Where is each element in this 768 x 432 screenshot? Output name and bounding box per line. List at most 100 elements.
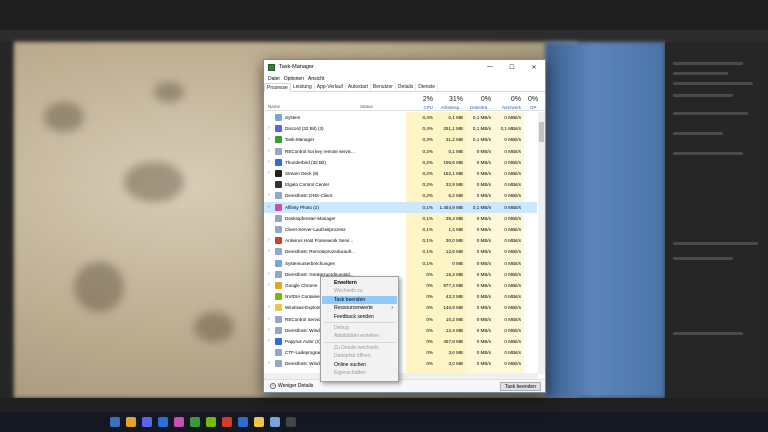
context-menu-item[interactable]: Online suchen (322, 361, 397, 369)
column-memory[interactable]: 31% Arbeitssp... (436, 93, 466, 111)
process-disk: 0 MB/s (476, 249, 491, 255)
close-button[interactable]: ✕ (523, 60, 545, 74)
process-row[interactable]: › Affinity Photo (2) 0,1% 1.454,9 MB 0,1 MB/… (264, 201, 537, 213)
process-name: Task-Manager (285, 137, 315, 143)
process-row[interactable]: NVIDIA Container 0% 43,3 MB 0 MB/s 0 MBit/s (264, 291, 537, 302)
expand-chevron-icon[interactable]: › (268, 136, 270, 142)
process-cpu: 0,1% (422, 204, 433, 210)
menu-optionen[interactable]: Optionen (284, 76, 304, 82)
process-row[interactable]: Elgato Control Center 0,2% 32,9 MB 0 MB/s 0 … (264, 179, 537, 190)
tab-dienste[interactable]: Dienste (416, 83, 439, 92)
process-row[interactable]: System 0,4% 0,1 MB 0,1 MB/s 0 MBit/s (264, 112, 537, 123)
process-row[interactable]: › Discord (32 Bit) (3) 0,4% 251,1 MB 0,1 MB/… (264, 123, 537, 134)
context-menu-item[interactable]: Erweitern (322, 279, 397, 287)
scrollbar-thumb[interactable] (539, 122, 544, 142)
expand-chevron-icon[interactable]: › (268, 237, 270, 243)
menu-ansicht[interactable]: Ansicht (308, 76, 324, 82)
process-row[interactable]: Client-Server-Laufzeitprozess 0,1% 1,4 MB 0… (264, 224, 537, 235)
maximize-button[interactable]: ☐ (501, 60, 523, 74)
column-gpu[interactable]: 0% GP (524, 93, 538, 111)
expand-chevron-icon[interactable]: › (268, 125, 270, 131)
process-memory: 12,6 MB (445, 249, 463, 255)
expand-chevron-icon[interactable]: › (268, 360, 270, 366)
expand-chevron-icon[interactable]: › (268, 338, 270, 344)
process-row[interactable]: › REControl hot key remote servic... 0,2% 0… (264, 146, 537, 157)
process-row[interactable]: › Stream Deck (8) 0,2% 152,1 MB 0 MB/s 0 MBit… (264, 168, 537, 179)
process-row[interactable]: CTF-Ladeprogramm 0% 3,6 MB 0 MB/s 0 MBit/s (264, 347, 537, 358)
process-cpu: 0% (426, 316, 433, 322)
process-row[interactable]: › Diensthost: Remoteprozeduraufr... 0,1% 12… (264, 246, 537, 257)
column-network[interactable]: 0% Netzwerk (494, 93, 524, 111)
expand-chevron-icon[interactable]: › (268, 316, 270, 322)
process-name: REControl hot key remote servic... (285, 148, 355, 154)
process-row[interactable]: › Papyrus Autor (2) 0% 457,8 MB 0 MB/s 0 MBit… (264, 336, 537, 347)
process-memory: 196,6 MB (443, 159, 463, 165)
process-disk: 0 MB/s (476, 148, 491, 154)
context-menu-label: Dateipfad öffnen (334, 353, 371, 360)
process-disk: 0 MB/s (476, 159, 491, 165)
process-network: 0,1 MBit/s (500, 126, 521, 132)
column-name[interactable]: Name (268, 104, 280, 109)
process-row[interactable]: › Diensthost: DNS-Client 0,2% 6,2 MB 0 MB/s 0… (264, 190, 537, 201)
process-memory: 12,4 MB (445, 327, 463, 333)
process-network: 0 MBit/s (504, 182, 521, 188)
context-menu-item[interactable]: Ressourcenwerte › (322, 304, 397, 312)
network-label: Netzwerk (502, 105, 521, 110)
process-name: Diensthost: Remoteprozeduraufr... (285, 249, 355, 255)
process-row[interactable]: Systemunterbrechungen 0,1% 0 MB 0 MB/s 0 MBi… (264, 258, 537, 269)
process-memory: 3,6 MB (448, 350, 463, 356)
vertical-scrollbar[interactable] (538, 112, 545, 374)
less-details-button[interactable]: ^ Weniger Details (270, 383, 313, 389)
expand-chevron-icon[interactable]: › (268, 282, 270, 288)
title-bar[interactable]: Task-Manager — ☐ ✕ (264, 60, 545, 74)
context-menu-item[interactable]: Task beenden (322, 295, 397, 305)
process-cpu: 0% (426, 283, 433, 288)
dwm-icon (275, 214, 282, 222)
tab-autostart[interactable]: Autostart (346, 83, 371, 92)
process-row[interactable]: › Windows-Explorer 0% 146,9 MB 0 MB/s 0 MBit/… (264, 302, 537, 313)
expand-chevron-icon[interactable]: › (268, 148, 270, 154)
tab-prozesse[interactable]: Prozesse (264, 83, 291, 92)
process-row[interactable]: › Diensthost: Gerätezuordnungsd... 0% 15,2 … (264, 269, 537, 280)
expand-chevron-icon[interactable]: › (268, 204, 270, 210)
column-status[interactable]: Status (360, 104, 373, 109)
tab-app-verlauf[interactable]: App-Verlauf (315, 83, 346, 92)
service-icon (275, 147, 282, 155)
expand-chevron-icon[interactable]: › (268, 248, 270, 254)
expand-chevron-icon[interactable]: › (268, 192, 270, 198)
service-icon (275, 270, 282, 278)
gpu-label: GP (530, 105, 537, 110)
window-title: Task-Manager (279, 64, 314, 70)
process-memory: 1,4 MB (448, 227, 463, 232)
process-row[interactable]: › Task-Manager 0,3% 31,2 MB 0,1 MB/s 0 MBit/s (264, 134, 537, 145)
tab-benutzer[interactable]: Benutzer (371, 83, 396, 92)
expand-chevron-icon[interactable]: › (268, 271, 270, 277)
submenu-arrow-icon: › (391, 305, 393, 312)
process-row[interactable]: › Google Chrome 0% 977,4 MB 0 MB/s 0 MBit/s (264, 280, 537, 291)
context-menu-item: Debug (322, 324, 397, 332)
expand-chevron-icon[interactable]: › (268, 327, 270, 333)
process-row[interactable]: › Antivirus Host Framework Servi... 0,1% 30… (264, 235, 537, 246)
context-menu-label: Eigenschaften (334, 370, 366, 376)
column-disk[interactable]: 0% Datenträ... (466, 93, 494, 111)
expand-chevron-icon[interactable]: › (268, 159, 270, 165)
process-network: 0 MBit/s (504, 227, 521, 232)
column-cpu[interactable]: 2% CPU (406, 93, 436, 111)
process-row[interactable]: › Thunderbird (32 Bit) 0,2% 196,6 MB 0 MB/s 0… (264, 157, 537, 168)
process-row[interactable]: › Diensthost: Windows 0% 12,4 MB 0 MB/s 0 MBi… (264, 325, 537, 336)
context-menu-item[interactable]: Feedback senden (322, 313, 397, 321)
process-row[interactable]: › Diensthost: Windows 0% 3,0 MB 0 MB/s 0 MBit… (264, 358, 537, 369)
minimize-button[interactable]: — (479, 60, 501, 74)
papyrus-icon (275, 338, 282, 345)
expand-chevron-icon[interactable]: › (268, 170, 270, 176)
end-task-button[interactable]: Task beenden (499, 382, 541, 391)
menu-datei[interactable]: Datei (268, 76, 280, 82)
process-memory: 1.454,9 MB (439, 204, 464, 210)
process-row[interactable]: › REControl Service 0% 10,2 MB 0 MB/s 0 MBit/… (264, 314, 537, 325)
tab-leistung[interactable]: Leistung (291, 83, 315, 92)
tab-details[interactable]: Details (396, 83, 417, 92)
process-row[interactable]: Desktopfenster-Manager 0,1% 35,4 MB 0 MB/s 0… (264, 213, 537, 224)
process-name: Discord (32 Bit) (3) (285, 126, 324, 132)
expand-chevron-icon[interactable]: › (268, 304, 270, 310)
process-cpu: 0,1% (422, 238, 433, 244)
